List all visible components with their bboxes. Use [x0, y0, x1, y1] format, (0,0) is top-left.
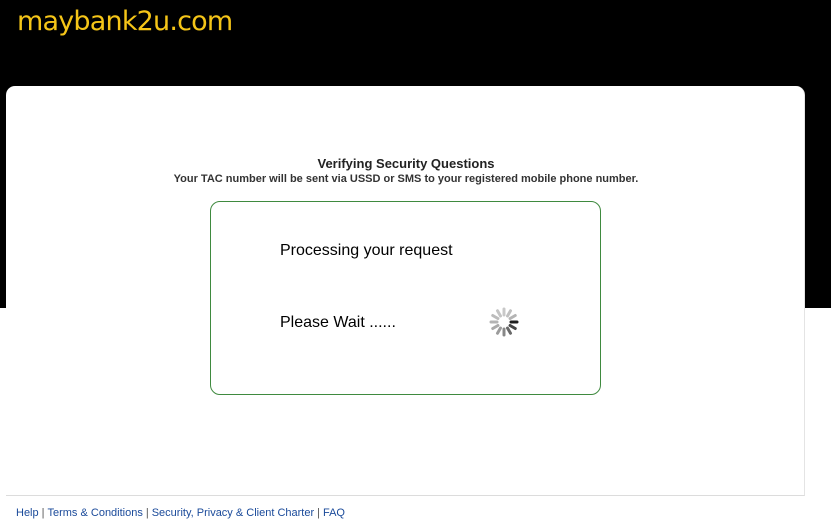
footer-separator: | — [41, 507, 45, 519]
footer-separator: | — [145, 507, 149, 519]
please-wait-message: Please Wait ...... — [280, 314, 396, 331]
footer-links: Help | Terms & Conditions | Security, Privac… — [16, 507, 345, 519]
tac-instruction: Your TAC number will be sent via USSD or… — [173, 173, 639, 185]
help-link[interactable]: Help — [16, 507, 39, 519]
footer-separator: | — [317, 507, 320, 519]
faq-link[interactable]: FAQ — [323, 507, 345, 519]
terms-conditions-link[interactable]: Terms & Conditions — [47, 507, 142, 519]
page-title: Verifying Security Questions — [317, 156, 495, 171]
security-privacy-charter-link[interactable]: Security, Privacy & Client Charter — [152, 507, 314, 519]
loading-spinner-icon — [489, 307, 519, 337]
maybank2u-logo[interactable]: maybank2u.com — [17, 4, 233, 40]
content-panel: Verifying Security Questions Your TAC nu… — [6, 86, 805, 496]
processing-message: Processing your request — [280, 242, 453, 259]
processing-status-box: Processing your request Please Wait ....… — [210, 201, 601, 395]
